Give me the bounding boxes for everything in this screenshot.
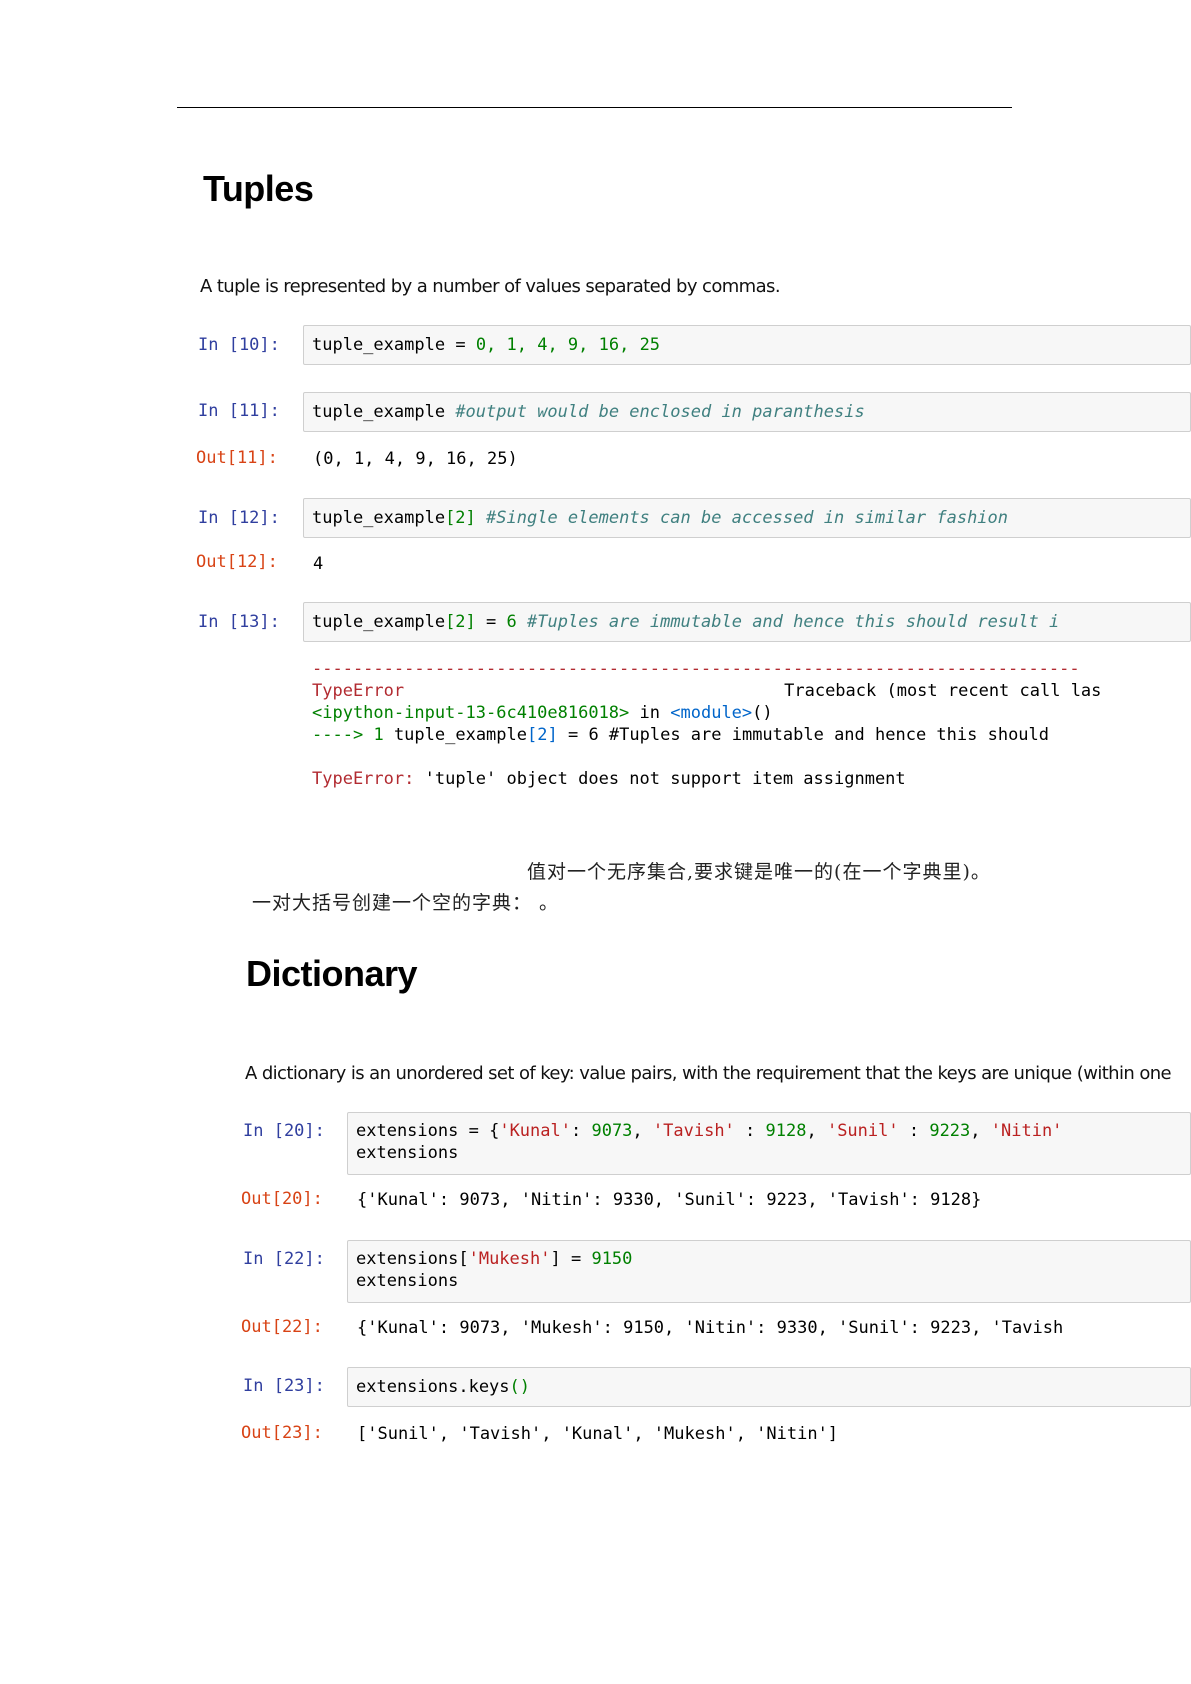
chinese-line-2: 一对大括号创建一个空的字典： 。: [252, 892, 560, 914]
traceback-dashes: ----------------------------------------…: [312, 659, 1080, 679]
out-prompt-12: Out[12]:: [196, 552, 278, 572]
top-rule: [177, 107, 1012, 108]
in-prompt-23: In [23]:: [243, 1376, 325, 1396]
code-23: extensions.keys(): [356, 1377, 531, 1397]
code-22: extensions['Mukesh'] = 9150 extensions: [356, 1249, 633, 1291]
out-prompt-11: Out[11]:: [196, 448, 278, 468]
code-12: tuple_example[2] #Single elements can be…: [312, 508, 1009, 528]
dictionary-heading: Dictionary: [246, 953, 418, 994]
output-11: (0, 1, 4, 9, 16, 25): [313, 449, 518, 469]
out-prompt-22: Out[22]:: [241, 1317, 323, 1337]
tuples-intro: A tuple is represented by a number of va…: [200, 276, 781, 297]
in-prompt-13: In [13]:: [198, 612, 280, 632]
traceback-error-type: TypeError: [312, 681, 405, 701]
code-10: tuple_example = 0, 1, 4, 9, 16, 25: [312, 335, 661, 355]
traceback-input-ref: <ipython-input-13-6c410e816018>: [312, 703, 630, 723]
output-20: {'Kunal': 9073, 'Nitin': 9330, 'Sunil': …: [357, 1190, 982, 1210]
out-prompt-20: Out[20]:: [241, 1189, 323, 1209]
traceback-final-msg: 'tuple' object does not support item ass…: [424, 769, 906, 789]
out-prompt-23: Out[23]:: [241, 1423, 323, 1443]
in-prompt-10: In [10]:: [198, 335, 280, 355]
tuples-heading: Tuples: [203, 168, 314, 209]
dictionary-intro: A dictionary is an unordered set of key:…: [245, 1063, 1172, 1084]
output-22: {'Kunal': 9073, 'Mukesh': 9150, 'Nitin':…: [357, 1318, 1064, 1338]
traceback-header: Traceback (most recent call las: [784, 681, 1102, 701]
chinese-line-1: 值对一个无序集合,要求键是唯一的(在一个字典里)。: [527, 861, 991, 883]
traceback-final-type: TypeError:: [312, 769, 415, 789]
code-11: tuple_example #output would be enclosed …: [312, 402, 865, 422]
code-13: tuple_example[2] = 6 #Tuples are immutab…: [312, 612, 1060, 632]
in-prompt-11: In [11]:: [198, 401, 280, 421]
code-20: extensions = {'Kunal': 9073, 'Tavish' : …: [356, 1121, 1063, 1163]
in-prompt-20: In [20]:: [243, 1121, 325, 1141]
in-prompt-12: In [12]:: [198, 508, 280, 528]
output-12: 4: [313, 554, 324, 574]
traceback: ----------------------------------------…: [312, 658, 1191, 790]
in-prompt-22: In [22]:: [243, 1249, 325, 1269]
output-23: ['Sunil', 'Tavish', 'Kunal', 'Mukesh', '…: [357, 1424, 839, 1444]
